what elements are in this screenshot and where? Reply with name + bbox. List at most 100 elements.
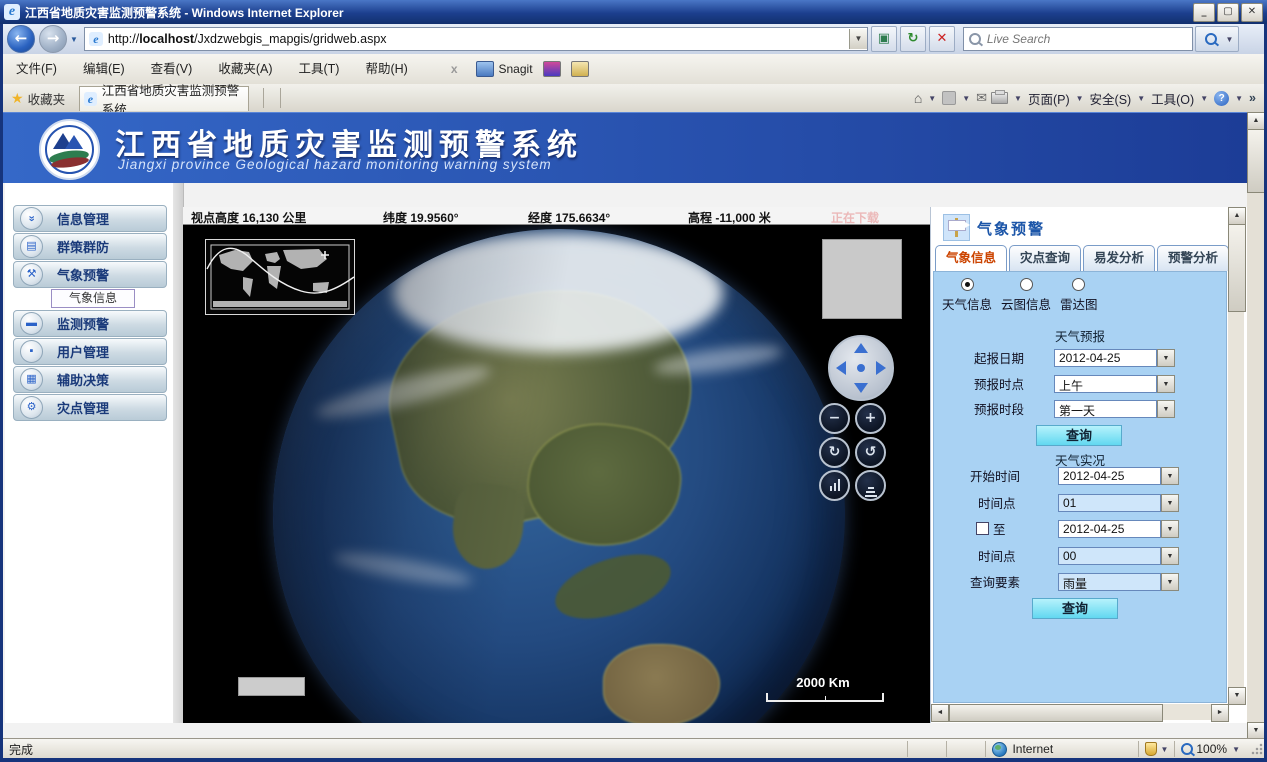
search-go-button[interactable]: ▼ — [1195, 26, 1239, 52]
resize-grip[interactable] — [1250, 742, 1264, 756]
radio-cloud-image[interactable]: 云图信息 — [1001, 278, 1051, 313]
sidebar-item-group-prevention[interactable]: ▤ 群策群防 — [13, 233, 167, 260]
dropdown-caret-icon[interactable]: ▼ — [1161, 467, 1179, 485]
forward-button[interactable]: → — [39, 25, 67, 53]
zoom-in-button[interactable]: + — [855, 403, 886, 434]
address-dropdown-icon[interactable]: ▼ — [849, 29, 867, 49]
dropdown-caret-icon[interactable]: ▼ — [1161, 520, 1179, 538]
compatibility-view-button[interactable]: ▣ — [871, 26, 897, 52]
rotate-ccw-button[interactable]: ↺ — [855, 437, 886, 468]
dropdown-caret-icon[interactable]: ▼ — [1157, 375, 1175, 393]
live-hour1-select[interactable]: 01 ▼ — [1058, 494, 1179, 512]
refresh-button[interactable]: ↻ — [900, 26, 926, 52]
menu-file[interactable]: 文件(F) — [3, 55, 70, 83]
help-icon[interactable]: ? — [1214, 91, 1229, 106]
radio-weather-info[interactable]: 天气信息 — [942, 278, 992, 313]
zoom-pane[interactable]: 100% ▼ — [1174, 741, 1246, 757]
panel-vscroll-up-icon[interactable]: ▲ — [1228, 207, 1246, 225]
sidebar-item-info-management[interactable]: » 信息管理 — [13, 205, 167, 232]
forecast-time-select[interactable]: 上午 ▼ — [1054, 375, 1175, 393]
toolbar-close-button[interactable]: x — [451, 62, 458, 76]
globe-map-view[interactable]: 视点高度 16,130 公里 纬度 19.9560° 经度 175.6634° … — [183, 207, 930, 723]
live-hour2-select[interactable]: 00 ▼ — [1058, 547, 1179, 565]
protected-mode-dropdown-icon[interactable]: ▼ — [1160, 745, 1168, 754]
radio-selected-icon[interactable] — [961, 278, 974, 291]
page-scroll-up-icon[interactable]: ▲ — [1247, 112, 1265, 130]
forecast-period-select[interactable]: 第一天 ▼ — [1054, 400, 1175, 418]
tab-susceptibility-analysis[interactable]: 易发分析 — [1083, 245, 1155, 271]
sidebar-item-user-management[interactable]: ▪ 用户管理 — [13, 338, 167, 365]
maximize-button[interactable]: ▢ — [1217, 3, 1239, 22]
mail-icon[interactable]: ✉ — [976, 90, 987, 106]
live-start-select[interactable]: 2012-04-25 ▼ — [1058, 467, 1179, 485]
search-input[interactable] — [985, 31, 1192, 47]
radio-icon[interactable] — [1020, 278, 1033, 291]
to-checkbox[interactable] — [976, 522, 989, 535]
rotate-cw-button[interactable]: ↻ — [819, 437, 850, 468]
radio-icon[interactable] — [1072, 278, 1085, 291]
pan-down-icon[interactable] — [854, 383, 868, 393]
print-icon[interactable] — [991, 92, 1008, 104]
snagit-label[interactable]: Snagit — [499, 62, 533, 76]
page-dropdown-icon[interactable]: ▼ — [1076, 94, 1084, 103]
rss-icon[interactable] — [942, 91, 956, 105]
dropdown-caret-icon[interactable]: ▼ — [1157, 400, 1175, 418]
tab-hazard-query[interactable]: 灾点查询 — [1009, 245, 1081, 271]
page-scroll-thumb[interactable] — [1247, 129, 1265, 193]
more-commands-icon[interactable]: » — [1249, 91, 1256, 105]
dropdown-caret-icon[interactable]: ▼ — [1161, 494, 1179, 512]
menu-help[interactable]: 帮助(H) — [352, 55, 420, 83]
protected-mode-pane[interactable]: ▼ — [1138, 741, 1174, 757]
sidebar-item-decision-support[interactable]: ▦ 辅助决策 — [13, 366, 167, 393]
minimize-button[interactable]: _ — [1193, 3, 1215, 22]
snagit-capture-icon[interactable] — [543, 61, 561, 77]
page-scrollbar[interactable]: ▲ ▼ — [1247, 112, 1264, 738]
title-bar[interactable]: e 江西省地质灾害监测预警系统 - Windows Internet Explo… — [0, 0, 1267, 24]
rss-dropdown-icon[interactable]: ▼ — [962, 94, 970, 103]
panel-vscroll-down-icon[interactable]: ▼ — [1228, 687, 1246, 705]
address-bar[interactable]: e http://localhost/Jxdzwebgis_mapgis/gri… — [84, 27, 868, 51]
sidebar-item-weather-warning[interactable]: ⚒ 气象预警 — [13, 261, 167, 288]
radio-radar-image[interactable]: 雷达图 — [1060, 278, 1098, 313]
panel-hscroll-left-icon[interactable]: ◄ — [931, 704, 949, 722]
back-button[interactable]: ← — [7, 25, 35, 53]
safety-dropdown-icon[interactable]: ▼ — [1137, 94, 1145, 103]
dropdown-caret-icon[interactable]: ▼ — [1161, 547, 1179, 565]
sidebar-item-monitor-warning[interactable]: ▬ 监测预警 — [13, 310, 167, 337]
pan-up-icon[interactable] — [854, 343, 868, 353]
search-options-icon[interactable]: ▼ — [1225, 35, 1233, 44]
menu-tools[interactable]: 工具(T) — [285, 55, 352, 83]
panel-hscroll-thumb[interactable] — [949, 704, 1163, 722]
tilt-down-button[interactable] — [855, 470, 886, 501]
pan-center-icon[interactable] — [857, 364, 865, 372]
forecast-date-select[interactable]: 2012-04-25 ▼ — [1054, 349, 1175, 367]
dropdown-caret-icon[interactable]: ▼ — [1157, 349, 1175, 367]
tab-weather-info[interactable]: 气象信息 — [935, 245, 1007, 271]
pan-right-icon[interactable] — [876, 361, 886, 375]
print-dropdown-icon[interactable]: ▼ — [1014, 94, 1022, 103]
live-element-select[interactable]: 雨量 ▼ — [1058, 573, 1179, 591]
pan-control[interactable] — [828, 335, 894, 401]
page-tab[interactable]: e 江西省地质灾害监测预警系统 — [79, 86, 249, 111]
tilt-up-button[interactable] — [819, 470, 850, 501]
stop-button[interactable]: ✕ — [929, 26, 955, 52]
page-menu[interactable]: 页面(P) — [1028, 89, 1070, 108]
sidebar-subitem-weather-info[interactable]: 气象信息 — [51, 289, 135, 308]
live-to-select[interactable]: 2012-04-25 ▼ — [1058, 520, 1179, 538]
safety-menu[interactable]: 安全(S) — [1090, 89, 1132, 108]
zoom-dropdown-icon[interactable]: ▼ — [1232, 745, 1240, 754]
panel-hscroll-right-icon[interactable]: ► — [1211, 704, 1229, 722]
favorites-label[interactable]: 收藏夹 — [28, 89, 66, 108]
home-icon[interactable]: ⌂ — [914, 90, 922, 106]
close-button[interactable]: ✕ — [1241, 3, 1263, 22]
help-dropdown-icon[interactable]: ▼ — [1235, 94, 1243, 103]
pan-left-icon[interactable] — [836, 361, 846, 375]
zoom-out-button[interactable]: − — [819, 403, 850, 434]
dropdown-caret-icon[interactable]: ▼ — [1161, 573, 1179, 591]
favorites-star-icon[interactable]: ★ — [11, 90, 24, 107]
tools-menu[interactable]: 工具(O) — [1151, 89, 1194, 108]
home-dropdown-icon[interactable]: ▼ — [928, 94, 936, 103]
forecast-query-button[interactable]: 查询 — [1036, 425, 1122, 446]
panel-vscroll-thumb[interactable] — [1228, 224, 1246, 312]
live-query-button[interactable]: 查询 — [1032, 598, 1118, 619]
